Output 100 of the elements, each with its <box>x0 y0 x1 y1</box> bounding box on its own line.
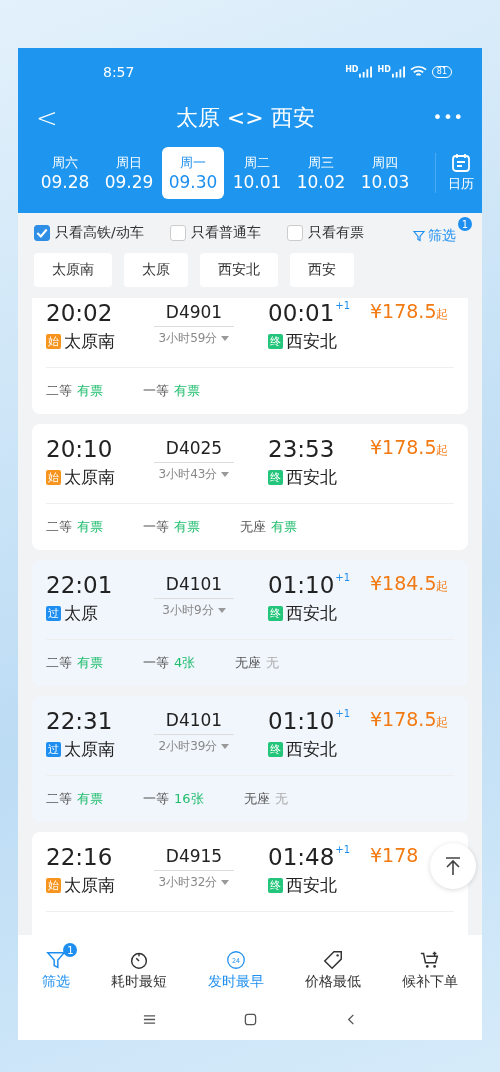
departure-time: 20:10 <box>46 436 114 462</box>
seat-class: 一等 <box>143 790 169 808</box>
seat-class: 二等 <box>46 654 72 672</box>
station-badge: 过 <box>46 606 61 621</box>
next-day-mark: +1 <box>335 844 351 855</box>
price: ¥184.5 <box>370 572 437 594</box>
price-suffix: 起 <box>436 443 449 459</box>
train-card[interactable]: 20:10 始 太原南 D4025 3小时43分 23:53 终 西安北 ¥178.5起 二等 有票 一等 有票 无座 有票 <box>32 424 468 550</box>
seat-status: 有票 <box>174 382 200 400</box>
sort-tab[interactable]: 价格最低 <box>292 943 373 991</box>
seat-class: 无座 <box>243 790 270 808</box>
price: ¥178.5 <box>370 708 437 730</box>
departure-time: 22:31 <box>46 708 114 734</box>
checkbox-label[interactable]: 只看有票 <box>307 224 364 242</box>
next-day-mark: +1 <box>335 300 351 311</box>
departure-station: 太原南 <box>64 466 115 489</box>
menu-icon[interactable] <box>142 1013 156 1026</box>
seat-class: 二等 <box>46 790 72 808</box>
seat-status: 有票 <box>77 790 103 808</box>
seat-status: 有票 <box>77 654 103 672</box>
departure-station: 太原南 <box>64 330 115 353</box>
station-badge: 过 <box>46 742 61 757</box>
next-day-mark: +1 <box>335 708 351 719</box>
checkbox-label[interactable]: 只看普通车 <box>190 224 261 242</box>
departure-station: 太原 <box>64 602 98 625</box>
seat-status: 有票 <box>271 518 297 536</box>
arrow-up-icon <box>443 856 463 876</box>
station-chip[interactable]: 西安北 <box>200 253 278 287</box>
seat-class: 无座 <box>240 518 266 536</box>
station-badge: 终 <box>268 606 283 621</box>
seat-class: 一等 <box>143 518 169 536</box>
signal-icon <box>359 65 373 78</box>
seat-status: 无 <box>274 790 288 808</box>
checkbox[interactable] <box>286 225 303 241</box>
checkbox[interactable] <box>169 225 186 241</box>
caret-icon <box>217 607 226 614</box>
seat-class: 一等 <box>143 654 169 672</box>
tag-icon <box>321 949 344 971</box>
departure-time: 22:16 <box>46 844 114 870</box>
duration: 3小时32分 <box>158 874 218 891</box>
sort-tab[interactable]: 耗时最短 <box>99 943 180 991</box>
date-tab[interactable]: 周一 09.30 <box>162 146 224 199</box>
departure-time: 22:01 <box>46 572 114 598</box>
train-number: D4025 <box>153 436 235 463</box>
station-badge: 始 <box>46 334 61 349</box>
route-title: 太原 <> 西安 <box>175 103 315 132</box>
calendar-icon <box>451 152 471 173</box>
hd-label: HD <box>345 65 359 74</box>
count-badge: 1 <box>63 943 78 957</box>
filter-icon <box>413 230 425 242</box>
arrival-time: 01:48 <box>268 844 335 870</box>
departure-time: 20:02 <box>46 300 114 326</box>
station-chip[interactable]: 西安 <box>290 253 354 287</box>
price-suffix: 起 <box>436 715 449 731</box>
train-number: D4101 <box>153 572 235 599</box>
duration: 3小时43分 <box>158 466 218 483</box>
seat-status: 有票 <box>77 518 103 536</box>
seat-class: 二等 <box>46 382 72 400</box>
count-badge: 1 <box>458 217 472 231</box>
caret-icon <box>221 879 230 886</box>
duration: 3小时9分 <box>162 602 214 619</box>
seat-class: 无座 <box>235 654 262 672</box>
seat-status: 有票 <box>174 518 200 536</box>
arrival-station: 西安北 <box>286 738 337 761</box>
seat-status: 4张 <box>174 654 196 672</box>
station-chip[interactable]: 太原 <box>124 253 188 287</box>
station-badge: 终 <box>268 742 283 757</box>
caret-icon <box>221 471 230 478</box>
departure-station: 太原南 <box>64 874 115 897</box>
price-suffix: 起 <box>436 307 449 323</box>
signal-icon <box>391 65 405 78</box>
duration: 2小时39分 <box>158 738 218 755</box>
departure-station: 太原南 <box>64 738 115 761</box>
checkbox-label[interactable]: 只看高铁/动车 <box>55 224 144 242</box>
arrival-station: 西安北 <box>286 330 337 353</box>
station-badge: 终 <box>268 334 283 349</box>
sort-tab[interactable]: 候补下单 <box>389 943 470 991</box>
station-badge: 终 <box>268 470 283 485</box>
arrival-time: 23:53 <box>268 436 335 462</box>
station-chip[interactable]: 太原南 <box>34 253 112 287</box>
seat-status: 16张 <box>174 790 204 808</box>
home-icon[interactable] <box>243 1013 257 1026</box>
caret-icon <box>221 335 230 342</box>
train-number: D4101 <box>153 708 235 735</box>
hd-label: HD <box>377 65 391 74</box>
seat-status: 无 <box>266 654 280 672</box>
price-suffix: 起 <box>436 579 449 595</box>
train-number: D4901 <box>153 300 235 327</box>
arrival-station: 西安北 <box>286 874 337 897</box>
train-number: D4915 <box>153 844 235 871</box>
station-badge: 始 <box>46 878 61 893</box>
cart-icon <box>418 949 441 971</box>
seat-class: 一等 <box>143 382 169 400</box>
arrival-time: 01:10 <box>268 708 335 734</box>
arrival-time: 00:01 <box>268 300 335 326</box>
checkbox[interactable] <box>34 225 50 241</box>
price: ¥178 <box>370 844 419 866</box>
duration: 3小时59分 <box>158 330 218 347</box>
status-time: 8:57 <box>103 63 135 80</box>
sort-tab[interactable]: 1 筛选 <box>30 943 83 991</box>
